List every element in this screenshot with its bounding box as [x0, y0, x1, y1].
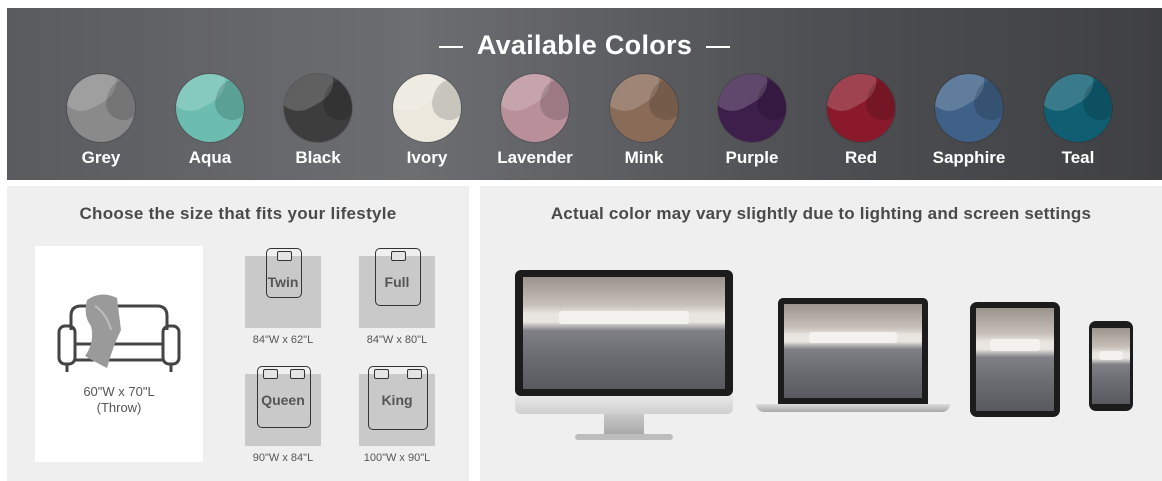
bed-dimensions: 100"W x 90"L [363, 452, 431, 464]
swatch-circle [827, 74, 895, 142]
bed-name: Twin [267, 274, 299, 290]
available-colors-banner: Available Colors Grey Aqua Black Ivory Laven… [7, 8, 1162, 180]
color-swatch-mink: Mink [596, 74, 692, 168]
color-swatch-purple: Purple [704, 74, 800, 168]
sofa-throw-icon [57, 294, 181, 372]
swatch-circle [176, 74, 244, 142]
swatch-circle [67, 74, 135, 142]
size-title: Choose the size that fits your lifestyle [79, 204, 397, 223]
bed-dimensions: 84"W x 62"L [252, 334, 314, 346]
laptop-screen-image [784, 304, 922, 398]
size-panel: Choose the size that fits your lifestyle… [7, 186, 469, 481]
bed-name: King [381, 392, 413, 408]
pillow-icon [276, 251, 292, 261]
swatch-circle [501, 74, 569, 142]
color-swatch-red: Red [813, 74, 909, 168]
swatch-label: Red [844, 148, 878, 167]
throw-size-text: 60"W x 70"L (Throw) [35, 384, 203, 416]
pillow-icon [263, 369, 278, 379]
swatch-circle [284, 74, 352, 142]
bed-size-twin: Twin 84"W x 62"L [245, 248, 321, 346]
colors-title: Available Colors [7, 30, 1162, 61]
bed-size-queen: Queen 90"W x 84"L [245, 366, 321, 464]
tablet [970, 302, 1060, 417]
bed-mattress: Full [359, 248, 435, 328]
color-swatch-ivory: Ivory [379, 74, 475, 168]
swatch-circle [718, 74, 786, 142]
throw-card: 60"W x 70"L (Throw) [35, 246, 203, 462]
color-swatch-teal: Teal [1030, 74, 1126, 168]
bed-name: Queen [261, 392, 305, 408]
bed-mattress: Twin [245, 248, 321, 328]
color-swatch-lavender: Lavender [487, 74, 583, 168]
bed-dimensions: 84"W x 80"L [366, 334, 428, 346]
swatch-label: Sapphire [932, 148, 1006, 167]
pillow-icon [290, 369, 305, 379]
pillow-icon [374, 369, 389, 379]
throw-name: (Throw) [96, 400, 142, 415]
color-swatch-sapphire: Sapphire [921, 74, 1017, 168]
swatch-circle [935, 74, 1003, 142]
swatch-label: Aqua [188, 148, 232, 167]
bed-mattress: Queen [245, 366, 321, 446]
monitor-screen-image [523, 277, 725, 389]
colors-title-text: Available Colors [476, 30, 693, 60]
bed-dimensions: 90"W x 84"L [252, 452, 314, 464]
swatch-label: Black [295, 148, 341, 167]
swatch-circle [1044, 74, 1112, 142]
bed-size-king: King 100"W x 90"L [359, 366, 435, 464]
bed-mattress: King [359, 366, 435, 446]
title-dash-right [706, 45, 731, 48]
swatch-label: Lavender [497, 148, 573, 167]
phone [1089, 321, 1133, 411]
color-swatch-black: Black [270, 74, 366, 168]
color-swatch-aqua: Aqua [162, 74, 258, 168]
swatch-label: Mink [624, 148, 664, 167]
swatch-label: Purple [725, 148, 779, 167]
device-panel: Actual color may vary slightly due to li… [480, 186, 1162, 481]
title-dash-left [438, 45, 463, 48]
swatch-label: Grey [81, 148, 121, 167]
pillow-icon [390, 251, 406, 261]
swatch-circle [393, 74, 461, 142]
bed-name: Full [384, 274, 410, 290]
swatch-label: Ivory [406, 148, 448, 167]
phone-screen-image [1092, 328, 1130, 404]
pillow-icon [407, 369, 422, 379]
bed-outline-icon [266, 248, 302, 298]
bed-size-full: Full 84"W x 80"L [359, 248, 435, 346]
device-title: Actual color may vary slightly due to li… [550, 204, 1092, 223]
swatch-label: Teal [1061, 148, 1095, 167]
color-swatch-grey: Grey [53, 74, 149, 168]
desktop-monitor [515, 270, 733, 448]
swatch-circle [610, 74, 678, 142]
laptop [756, 298, 950, 420]
tablet-screen-image [976, 308, 1054, 411]
throw-dims: 60"W x 70"L [83, 384, 155, 399]
